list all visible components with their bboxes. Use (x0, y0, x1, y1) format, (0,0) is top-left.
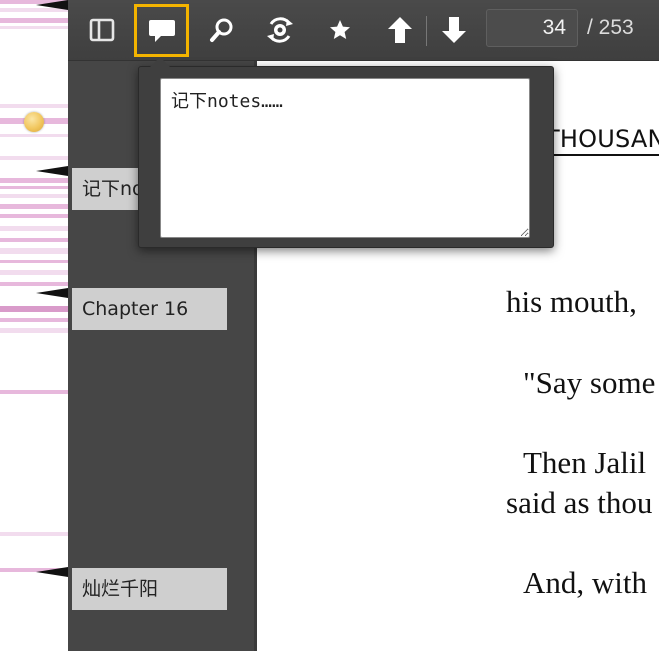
text-line: said as thou (506, 485, 653, 520)
arrow-up-icon (388, 17, 412, 43)
bookmark-marker (36, 288, 68, 298)
highlight-stripe (0, 318, 68, 322)
bookmark-button[interactable] (316, 7, 364, 53)
text-line: Then Jalil (523, 445, 647, 480)
reader-toolbar: / 253 (68, 0, 659, 61)
magnifier-icon (210, 18, 233, 42)
bookmark-marker (36, 166, 68, 176)
highlight-stripe (0, 270, 68, 275)
toolbar-separator (426, 16, 427, 46)
lookup-gear-icon (267, 17, 293, 43)
text-line: his mouth, (506, 284, 637, 319)
sidebar-toggle-button[interactable] (78, 7, 126, 53)
highlight-stripe (0, 104, 68, 108)
highlight-stripe (0, 260, 68, 263)
highlight-stripe (0, 178, 68, 183)
highlight-stripe (0, 306, 68, 312)
highlight-stripe (0, 248, 68, 254)
note-popup: 记下notes…… (138, 57, 554, 248)
ebook-reader-window: 记下notes…… Chapter 16 灿烂千阳 THOUSAND his m… (0, 0, 659, 651)
highlight-stripe (0, 134, 68, 137)
sidebar-panel-icon (89, 18, 115, 42)
search-button[interactable] (198, 7, 246, 53)
highlight-stripe (0, 26, 68, 29)
highlight-stripe (0, 214, 68, 218)
highlight-stripe (0, 238, 68, 242)
next-page-button[interactable] (430, 7, 478, 53)
arrow-down-icon (442, 17, 466, 43)
scroll-overview-strip[interactable] (0, 0, 68, 651)
highlight-stripe (0, 194, 68, 198)
page-heading: THOUSAND (545, 125, 659, 156)
highlight-stripe (0, 532, 68, 536)
highlight-stripe (0, 282, 68, 286)
text-line: "Say some (523, 365, 656, 400)
page-total-label: / 253 (587, 16, 634, 39)
note-textarea[interactable]: 记下notes…… (160, 78, 530, 238)
page-number-input[interactable] (486, 9, 578, 47)
bookmark-label-book-title[interactable]: 灿烂千阳 (72, 568, 227, 610)
star-icon (330, 20, 350, 39)
notes-button[interactable] (134, 4, 189, 57)
previous-page-button[interactable] (376, 7, 424, 53)
highlight-stripe (0, 390, 68, 394)
text-line: And, with (523, 565, 647, 600)
dictionary-button[interactable] (256, 7, 304, 53)
scroll-position-knob[interactable] (24, 112, 44, 132)
highlight-stripe (0, 156, 68, 160)
highlight-stripe (0, 186, 68, 189)
highlight-stripe (0, 204, 68, 209)
popup-arrow (150, 57, 170, 67)
speech-bubble-icon (148, 19, 175, 42)
bookmark-marker (36, 567, 68, 577)
bookmark-label-chapter[interactable]: Chapter 16 (72, 288, 227, 330)
text-line: … (609, 632, 631, 651)
highlight-stripe (0, 328, 68, 333)
highlight-stripe (0, 226, 68, 231)
bookmark-marker (36, 0, 68, 10)
highlight-stripe (0, 18, 68, 23)
